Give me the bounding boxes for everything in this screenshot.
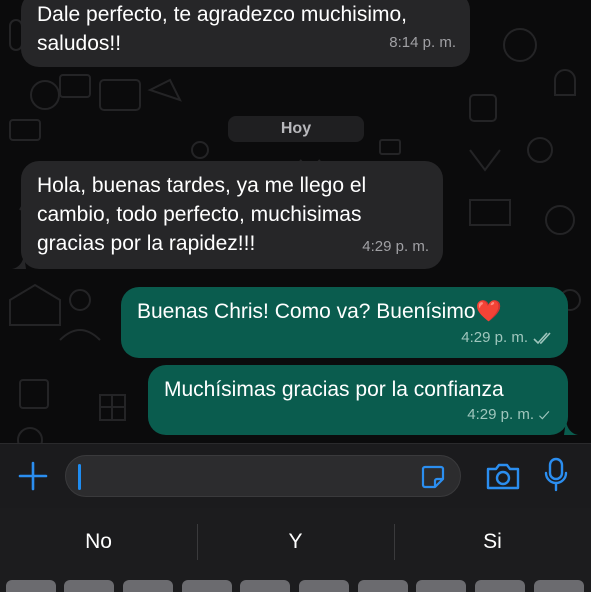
plus-icon[interactable]: [18, 461, 48, 491]
bubble-tail: [564, 421, 578, 435]
suggestion-item[interactable]: Y: [197, 508, 394, 576]
message-composer: [0, 443, 591, 508]
keyboard-key[interactable]: [534, 580, 584, 592]
message-bubble-outgoing[interactable]: Muchísimas gracias por la confianza 4:29…: [148, 365, 568, 435]
message-text-line: cambio, todo perfecto, muchisimas: [37, 203, 362, 226]
keyboard-key[interactable]: [475, 580, 525, 592]
suggestion-item[interactable]: Si: [394, 508, 591, 576]
message-time: 4:29 p. m.: [467, 400, 554, 429]
keyboard-key[interactable]: [416, 580, 466, 592]
bubble-tail: [12, 255, 26, 269]
date-divider: Hoy: [228, 116, 364, 142]
keyboard-key[interactable]: [299, 580, 349, 592]
text-caret: [78, 464, 81, 490]
keyboard-key[interactable]: [123, 580, 173, 592]
keyboard: No Y Si: [0, 508, 591, 592]
message-text: Buenas Chris! Como va? Buenísimo❤️: [137, 300, 502, 323]
message-text-line: Dale perfecto, te agradezco muchisimo,: [37, 3, 408, 26]
sticker-icon[interactable]: [420, 464, 446, 490]
message-time: 4:29 p. m.: [461, 323, 554, 352]
message-text-line: Hola, buenas tardes, ya me llego el: [37, 174, 367, 197]
single-check-icon: [539, 410, 550, 419]
keyboard-key-row: [6, 580, 591, 592]
double-check-icon: [533, 331, 551, 344]
microphone-icon[interactable]: [544, 457, 568, 493]
keyboard-key[interactable]: [6, 580, 56, 592]
message-time: 4:29 p. m.: [362, 238, 429, 255]
heart-emoji: ❤️: [475, 300, 502, 323]
keyboard-key[interactable]: [182, 580, 232, 592]
message-bubble-incoming[interactable]: Hola, buenas tardes, ya me llego el camb…: [21, 161, 443, 269]
camera-icon[interactable]: [485, 461, 521, 491]
message-bubble-incoming[interactable]: Dale perfecto, te agradezco muchisimo, s…: [21, 0, 470, 67]
chat-area[interactable]: Dale perfecto, te agradezco muchisimo, s…: [0, 0, 591, 443]
message-bubble-outgoing[interactable]: Buenas Chris! Como va? Buenísimo❤️ 4:29 …: [121, 287, 568, 358]
keyboard-key[interactable]: [240, 580, 290, 592]
keyboard-key[interactable]: [358, 580, 408, 592]
predictive-suggestions: No Y Si: [0, 508, 591, 576]
keyboard-key[interactable]: [64, 580, 114, 592]
message-input[interactable]: [65, 455, 461, 497]
message-time: 8:14 p. m.: [389, 34, 456, 51]
suggestion-item[interactable]: No: [0, 508, 197, 576]
